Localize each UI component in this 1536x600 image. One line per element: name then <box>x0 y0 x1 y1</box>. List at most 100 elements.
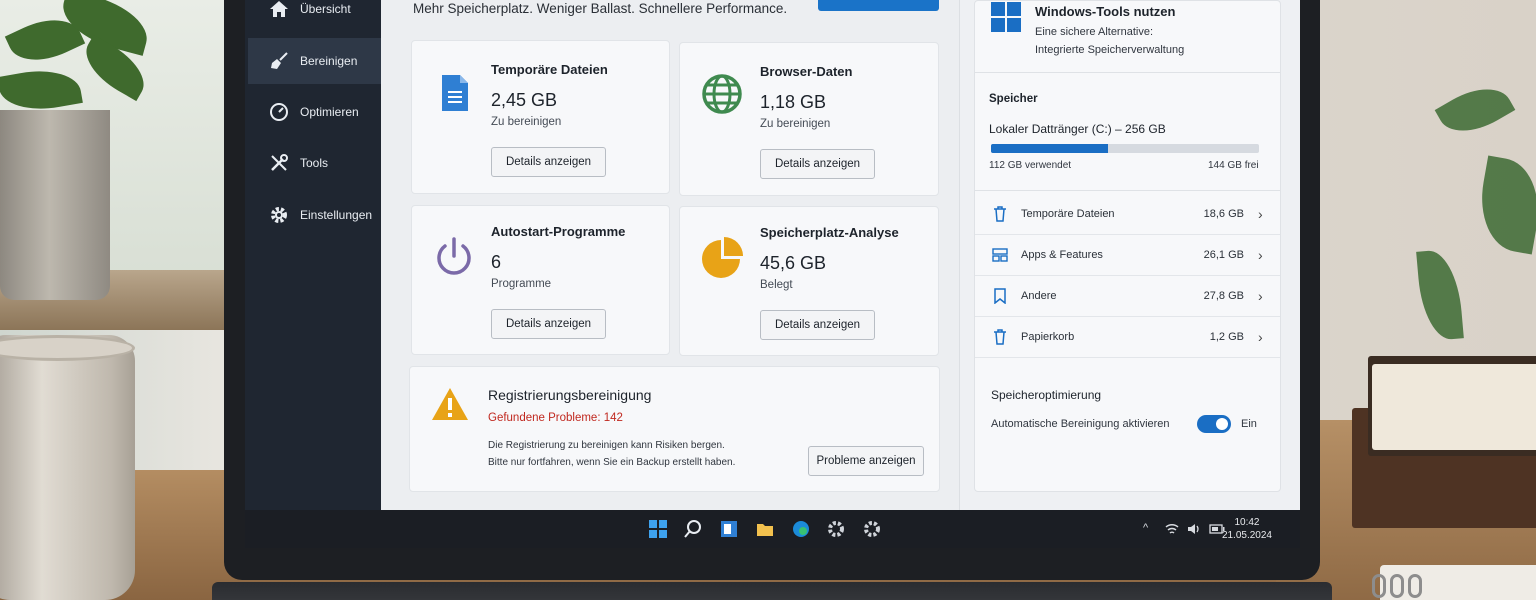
laptop-keyboard <box>212 582 1332 600</box>
sidebar-item-uebersicht[interactable]: Übersicht <box>248 0 382 32</box>
storage-row-other[interactable]: Andere 27,8 GB › <box>975 276 1280 317</box>
windows-tools-title: Windows-Tools nutzen <box>1035 4 1176 19</box>
optimization-heading: Speicheroptimierung <box>991 388 1102 402</box>
trash-icon <box>991 206 1009 222</box>
windows-tools-section: Windows-Tools nutzen Eine sichere Altern… <box>975 1 1280 73</box>
start-icon[interactable] <box>649 520 667 538</box>
storage-row-recycle-bin[interactable]: Papierkorb 1,2 GB › <box>975 317 1280 358</box>
storage-row-size: 26,1 GB <box>1203 249 1244 261</box>
tools-icon <box>268 152 290 174</box>
card-value: 1,18 GB <box>760 92 827 112</box>
storage-row-label: Temporäre Dateien <box>1021 208 1115 220</box>
drive-label: Lokaler Dattränger (C:) – 256 GB <box>989 122 1166 136</box>
sidebar-item-label: Einstellungen <box>300 208 373 222</box>
card-subtitle: Zu bereinigen <box>760 118 831 130</box>
storage-row-label: Andere <box>1021 290 1057 302</box>
chevron-right-icon: › <box>1258 247 1263 263</box>
right-panel: Windows-Tools nutzen Eine sichere Altern… <box>959 0 1300 510</box>
clock[interactable]: 10:42 21.05.2024 <box>1222 516 1272 542</box>
trash-icon <box>991 329 1009 345</box>
clock-date: 21.05.2024 <box>1221 530 1272 541</box>
app-window: Übersicht Bereinigen Optimieren Tools Ei… <box>245 0 1300 548</box>
sidebar-item-label: Bereinigen <box>300 54 358 68</box>
edge-icon[interactable] <box>792 520 810 538</box>
windows-tools-line-2: Integrierte Speicherverwaltung <box>1035 44 1185 56</box>
chevron-up-icon[interactable]: ^ <box>1143 522 1148 534</box>
card-title: Autostart-Programme <box>491 224 626 239</box>
storage-row-size: 27,8 GB <box>1203 290 1244 302</box>
task-view-icon[interactable] <box>720 520 738 538</box>
search-icon[interactable] <box>684 520 702 538</box>
gear-icon <box>268 204 290 226</box>
card-temporary-files: Temporäre Dateien 2,45 GB Zu bereinigen … <box>411 40 670 194</box>
card-title: Temporäre Dateien <box>491 62 608 77</box>
clock-time: 10:42 <box>1234 517 1260 528</box>
bookmark-icon <box>991 288 1009 304</box>
problem-count: Gefundene Probleme: 142 <box>488 412 623 424</box>
details-button[interactable]: Details anzeigen <box>491 147 606 177</box>
details-button[interactable]: Details anzeigen <box>760 149 875 179</box>
card-value: 2,45 GB <box>491 90 558 110</box>
sidebar-item-label: Optimieren <box>300 105 359 119</box>
settings-icon[interactable] <box>863 520 881 538</box>
warning-text-line-2: Bitte nur fortfahren, wenn Sie ein Backu… <box>488 457 736 468</box>
broom-icon <box>268 50 290 72</box>
storage-panel: Windows-Tools nutzen Eine sichere Altern… <box>974 0 1281 492</box>
sidebar-item-einstellungen[interactable]: Einstellungen <box>248 192 382 238</box>
power-icon <box>437 237 471 275</box>
free-space: 144 GB frei <box>1208 160 1259 171</box>
volume-icon[interactable] <box>1187 522 1201 536</box>
chevron-right-icon: › <box>1258 288 1263 304</box>
card-registry-cleanup: Registrierungsbereinigung Gefundene Prob… <box>409 366 940 492</box>
storage-usage-bar <box>991 144 1259 153</box>
document-icon <box>442 75 468 111</box>
storage-row-size: 18,6 GB <box>1203 208 1244 220</box>
card-subtitle: Zu bereinigen <box>491 116 562 128</box>
auto-cleanup-toggle[interactable] <box>1197 415 1231 433</box>
used-space: 112 GB verwendet <box>989 160 1072 171</box>
sidebar-item-tools[interactable]: Tools <box>248 140 382 186</box>
wifi-icon[interactable] <box>1165 522 1179 536</box>
main-content: Mehr Speicherplatz. Weniger Ballast. Sch… <box>381 0 959 510</box>
storage-row-label: Apps & Features <box>1021 249 1103 261</box>
settings-icon[interactable] <box>827 520 845 538</box>
show-problems-button[interactable]: Probleme anzeigen <box>808 446 924 476</box>
storage-row-apps[interactable]: Apps & Features 26,1 GB › <box>975 235 1280 276</box>
home-icon <box>268 0 290 20</box>
storage-row-size: 1,2 GB <box>1209 331 1244 343</box>
storage-usage-fill <box>991 144 1109 153</box>
card-autostart: Autostart-Programme 6 Programme Details … <box>411 205 670 355</box>
storage-heading: Speicher <box>989 93 1038 105</box>
card-title: Speicherplatz-Analyse <box>760 225 899 240</box>
file-explorer-icon[interactable] <box>756 520 774 538</box>
sidebar-item-label: Tools <box>300 156 329 170</box>
auto-cleanup-label: Automatische Bereinigung aktivieren <box>991 418 1170 430</box>
toggle-knob <box>1216 418 1228 430</box>
apps-icon <box>991 248 1009 262</box>
toggle-state: Ein <box>1241 418 1257 430</box>
speedometer-icon <box>268 101 290 123</box>
sidebar-item-optimieren[interactable]: Optimieren <box>248 89 382 135</box>
details-button[interactable]: Details anzeigen <box>760 310 875 340</box>
warning-icon <box>432 388 468 420</box>
storage-row-temp-files[interactable]: Temporäre Dateien 18,6 GB › <box>975 194 1280 235</box>
sidebar: Übersicht Bereinigen Optimieren Tools Ei… <box>245 0 382 510</box>
card-value: 45,6 GB <box>760 253 827 273</box>
details-button[interactable]: Details anzeigen <box>491 309 606 339</box>
chevron-right-icon: › <box>1258 329 1263 345</box>
globe-icon <box>702 74 742 114</box>
tagline: Mehr Speicherplatz. Weniger Ballast. Sch… <box>413 1 788 16</box>
taskbar: ^ 10:42 21.05.2024 <box>245 510 1300 548</box>
card-subtitle: Belegt <box>760 279 793 291</box>
card-title: Browser-Daten <box>760 64 853 79</box>
card-value: 6 <box>491 252 502 272</box>
sidebar-item-bereinigen[interactable]: Bereinigen <box>248 38 382 84</box>
primary-action-button[interactable] <box>818 0 939 11</box>
pie-chart-icon <box>702 237 743 278</box>
card-subtitle: Programme <box>491 278 552 290</box>
card-browser-data: Browser-Daten 1,18 GB Zu bereinigen Deta… <box>679 42 939 196</box>
storage-row-label: Papierkorb <box>1021 331 1075 343</box>
chevron-right-icon: › <box>1258 206 1263 222</box>
windows-tools-line-1: Eine sichere Alternative: <box>1035 26 1154 38</box>
card-title: Registrierungsbereinigung <box>488 387 652 403</box>
